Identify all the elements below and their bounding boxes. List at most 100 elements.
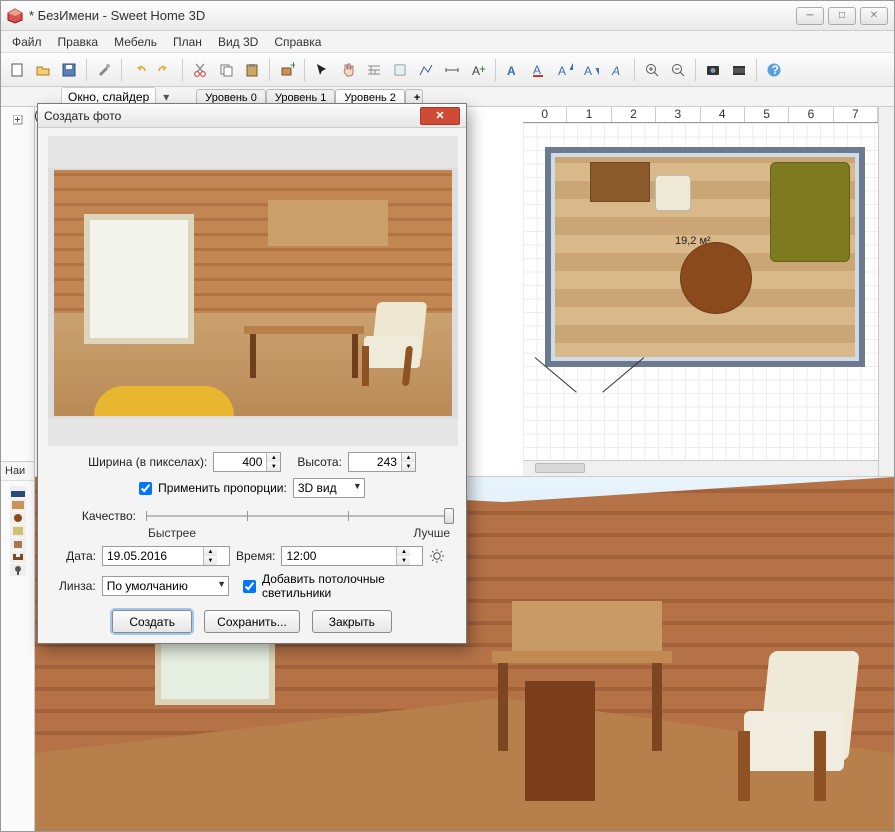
separator [269,59,270,81]
lens-value: По умолчанию [107,579,188,593]
window-title: * БезИмени - Sweet Home 3D [29,8,796,23]
svg-text:+: + [479,62,486,76]
spinner-down-icon[interactable]: ▼ [397,556,410,565]
spinner-up-icon[interactable]: ▲ [402,453,415,462]
menu-file[interactable]: Файл [5,33,49,51]
plan-furniture-chair[interactable] [655,175,691,211]
separator [756,59,757,81]
close-dialog-button[interactable]: Закрыть [312,610,392,633]
width-spinner[interactable]: ▲▼ [213,452,281,472]
date-label: Дата: [52,549,96,563]
room-tool-icon[interactable] [388,58,412,82]
spinner-down-icon[interactable]: ▼ [267,462,280,471]
sun-icon[interactable] [429,548,445,564]
open-icon[interactable] [31,58,55,82]
list-item[interactable] [10,486,26,498]
dialog-titlebar[interactable]: Создать фото ✕ [38,104,466,128]
catalog-tree[interactable] [1,107,34,461]
chevron-down-icon: ▼ [353,481,362,491]
text-size-inc-icon[interactable]: A▲ [553,58,577,82]
text-italic-icon[interactable]: A [605,58,629,82]
spinner-up-icon[interactable]: ▲ [397,547,410,556]
zoom-out-icon[interactable] [666,58,690,82]
create-photo-dialog: Создать фото ✕ Ширина (в пикселах): [37,103,467,644]
list-item[interactable] [10,564,26,576]
scrollbar-vertical[interactable] [878,107,894,476]
aspect-combo[interactable]: 3D вид ▼ [293,478,365,498]
svg-text:A: A [533,63,541,77]
paste-icon[interactable] [240,58,264,82]
pan-tool-icon[interactable] [336,58,360,82]
separator [495,59,496,81]
lens-combo[interactable]: По умолчанию ▼ [102,576,229,596]
menu-plan[interactable]: План [166,33,209,51]
help-icon[interactable]: ? [762,58,786,82]
text-color-icon[interactable]: A [527,58,551,82]
plan-furniture-table[interactable] [680,242,752,314]
add-furniture-icon[interactable]: + [275,58,299,82]
plan-furniture-sofa[interactable] [770,162,850,262]
polyline-tool-icon[interactable] [414,58,438,82]
close-button[interactable]: ✕ [860,7,888,25]
photo-preview [48,136,458,446]
quality-fast-label: Быстрее [148,526,196,540]
date-input[interactable] [103,547,203,565]
furniture-list-header[interactable]: Наи [1,462,34,481]
select-tool-icon[interactable] [310,58,334,82]
ruler-horizontal: 01234567 [523,107,878,123]
save-button[interactable]: Сохранить... [204,610,300,633]
aspect-checkbox[interactable] [139,482,152,495]
redo-icon[interactable] [153,58,177,82]
slider-thumb[interactable] [444,508,454,524]
list-item[interactable] [10,525,26,537]
dialog-close-button[interactable]: ✕ [420,107,460,125]
svg-text:A: A [507,64,516,78]
save-icon[interactable] [57,58,81,82]
list-item[interactable] [10,512,26,524]
video-icon[interactable] [727,58,751,82]
chevron-down-icon: ▾ [163,90,169,104]
undo-icon[interactable] [127,58,151,82]
create-button[interactable]: Создать [112,610,192,633]
menu-furn[interactable]: Мебель [107,33,164,51]
separator [695,59,696,81]
spinner-down-icon[interactable]: ▼ [204,556,217,565]
time-input[interactable] [282,547,396,565]
height-input[interactable] [349,453,401,471]
dimension-tool-icon[interactable] [440,58,464,82]
spinner-up-icon[interactable]: ▲ [204,547,217,556]
svg-text:A: A [558,64,566,78]
new-icon[interactable] [5,58,29,82]
date-spinner[interactable]: ▲▼ [102,546,230,566]
zoom-in-icon[interactable] [640,58,664,82]
photo-icon[interactable] [701,58,725,82]
text-bold-icon[interactable]: A [501,58,525,82]
scrollbar-horizontal[interactable] [523,460,894,476]
list-item[interactable] [10,499,26,511]
width-input[interactable] [214,453,266,471]
preferences-icon[interactable] [92,58,116,82]
wall-tool-icon[interactable] [362,58,386,82]
lens-label: Линза: [52,579,96,593]
menu-edit[interactable]: Правка [51,33,106,51]
spinner-up-icon[interactable]: ▲ [267,453,280,462]
menu-3d[interactable]: Вид 3D [211,33,265,51]
time-spinner[interactable]: ▲▼ [281,546,423,566]
plan-furniture-desk[interactable] [590,162,650,202]
list-item[interactable] [10,538,26,550]
spinner-down-icon[interactable]: ▼ [402,462,415,471]
cut-icon[interactable] [188,58,212,82]
text-tool-icon[interactable]: A+ [466,58,490,82]
svg-text:▼: ▼ [593,64,599,78]
chair-3d [525,681,595,801]
minimize-button[interactable]: ─ [796,7,824,25]
ceiling-lights-checkbox[interactable] [243,580,256,593]
maximize-button[interactable]: □ [828,7,856,25]
copy-icon[interactable] [214,58,238,82]
menu-help[interactable]: Справка [267,33,328,51]
height-spinner[interactable]: ▲▼ [348,452,416,472]
list-item[interactable] [10,551,26,563]
svg-text:A: A [584,64,592,78]
text-size-dec-icon[interactable]: A▼ [579,58,603,82]
quality-slider[interactable] [146,506,452,526]
